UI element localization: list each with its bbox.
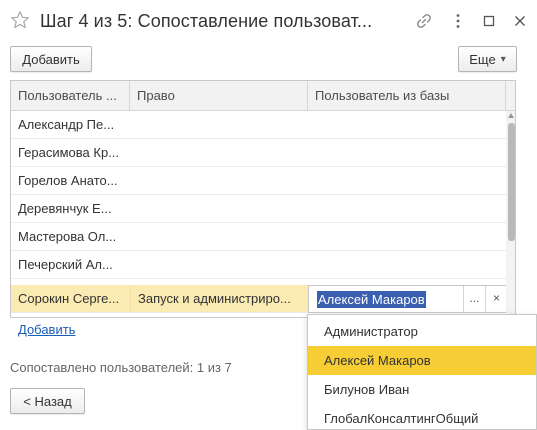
add-button[interactable]: Добавить — [10, 46, 92, 72]
db-user-editor-value[interactable]: Алексей Макаров — [317, 291, 426, 308]
user-cell: Деревянчук Е... — [18, 201, 112, 216]
maximize-icon[interactable] — [480, 12, 498, 30]
right-cell — [130, 139, 308, 166]
more-button-label: Еще — [469, 51, 496, 67]
user-cell: Герасимова Кр... — [18, 145, 120, 160]
right-cell — [130, 223, 308, 250]
db-user-dropdown: Администратор Алексей Макаров Билунов Ив… — [307, 314, 537, 430]
dropdown-item[interactable]: Билунов Иван — [308, 375, 536, 404]
dropdown-item-selected[interactable]: Алексей Макаров — [308, 346, 536, 375]
dropdown-item[interactable]: ГлобалКонсалтингОбщий — [308, 404, 536, 429]
right-cell — [130, 251, 308, 278]
db-user-cell — [308, 223, 506, 250]
table-row[interactable]: Герасимова Кр... — [11, 139, 506, 167]
back-button[interactable]: < Назад — [10, 388, 85, 414]
scroll-up-arrow-icon[interactable] — [508, 113, 514, 118]
window-title: Шаг 4 из 5: Сопоставление пользоват... — [40, 11, 373, 31]
right-cell: Запуск и администриро... — [130, 285, 308, 312]
user-cell: Горелов Анато... — [18, 173, 118, 188]
add-button-label: Добавить — [22, 51, 80, 67]
table-scrollbar[interactable] — [506, 111, 515, 317]
add-row-link[interactable]: Добавить — [18, 322, 75, 337]
right-cell — [130, 195, 308, 222]
db-user-cell — [308, 111, 506, 138]
close-icon[interactable] — [511, 12, 529, 30]
column-header-user[interactable]: Пользователь ... — [11, 81, 130, 110]
right-cell — [130, 167, 308, 194]
back-button-label: < Назад — [23, 393, 72, 409]
user-cell: Печерский Ал... — [18, 257, 113, 272]
column-header-right[interactable]: Право — [130, 81, 308, 110]
table-row-selected[interactable]: Сорокин Серге... Запуск и администриро..… — [11, 285, 507, 313]
table-row[interactable]: Деревянчук Е... — [11, 195, 506, 223]
db-user-cell — [308, 167, 506, 194]
status-text: Сопоставлено пользователей: 1 из 7 — [10, 360, 232, 375]
more-icon[interactable] — [449, 12, 467, 30]
table-row[interactable]: Александр Пе... — [11, 111, 506, 139]
db-user-cell — [308, 139, 506, 166]
db-user-cell — [308, 195, 506, 222]
link-icon[interactable] — [415, 12, 433, 30]
more-button[interactable]: Еще ▾ — [458, 46, 517, 72]
title-bar: Шаг 4 из 5: Сопоставление пользоват... — [0, 0, 537, 44]
star-icon[interactable] — [10, 10, 30, 30]
user-cell: Сорокин Серге... — [11, 285, 130, 312]
users-table: Пользователь ... Право Пользователь из б… — [10, 80, 516, 318]
chevron-down-icon: ▾ — [500, 53, 506, 65]
column-header-db-user[interactable]: Пользователь из базы — [308, 81, 506, 110]
table-row[interactable]: Печерский Ал... — [11, 251, 506, 279]
right-cell — [130, 111, 308, 138]
table-row[interactable]: Мастерова Ол... — [11, 223, 506, 251]
db-user-editor[interactable]: Алексей Макаров ... × — [308, 285, 507, 313]
scrollbar-thumb[interactable] — [508, 123, 515, 241]
table-row[interactable]: Горелов Анато... — [11, 167, 506, 195]
choose-button[interactable]: ... — [463, 286, 485, 312]
user-cell: Мастерова Ол... — [18, 229, 117, 244]
db-user-cell — [308, 251, 506, 278]
dropdown-item[interactable]: Администратор — [308, 317, 536, 346]
user-cell: Александр Пе... — [18, 117, 115, 132]
clear-button[interactable]: × — [485, 286, 507, 312]
table-header: Пользователь ... Право Пользователь из б… — [11, 81, 515, 111]
